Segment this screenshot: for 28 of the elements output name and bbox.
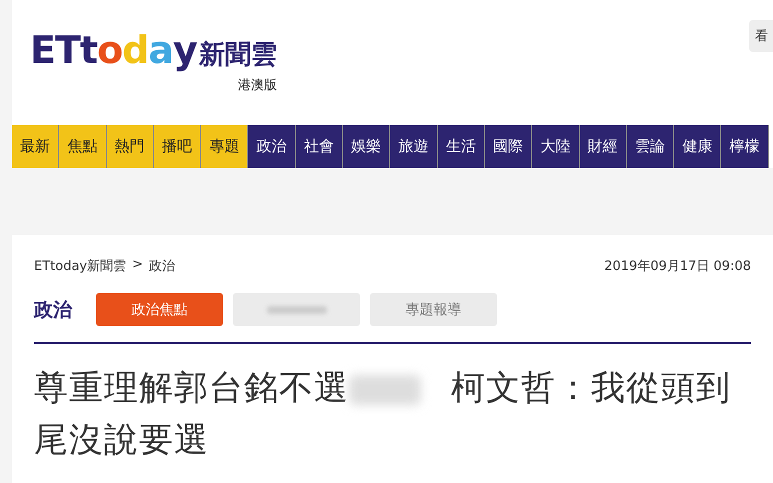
headline: 尊重理解郭台銘不選 柯文哲：我從頭到尾沒說要選 — [34, 367, 732, 462]
corner-button[interactable]: 看 — [749, 20, 773, 52]
breadcrumb-link[interactable]: 政治 — [149, 257, 176, 275]
nav-item[interactable]: 焦點 — [59, 125, 107, 168]
nav-item[interactable]: 國際 — [484, 125, 532, 168]
nav-item[interactable]: 熱門 — [106, 125, 154, 168]
nav-item[interactable]: 專題 — [201, 125, 248, 168]
category-tab[interactable]: 政治焦點 — [96, 293, 223, 326]
nav-item[interactable]: 旅遊 — [390, 125, 438, 168]
section-title: 政治 — [34, 298, 74, 322]
nav-item[interactable]: 生活 — [438, 125, 485, 168]
nav-item[interactable]: 雲論 — [626, 125, 674, 168]
publish-date: 2019年09月17日 09:08 — [604, 258, 751, 275]
nav-item[interactable]: 大陸 — [532, 125, 580, 168]
nav-item[interactable]: 播吧 — [154, 125, 202, 168]
nav-item[interactable]: 檸檬 — [721, 125, 769, 168]
nav-item[interactable]: 政治 — [248, 125, 296, 168]
breadcrumb-separator: > — [132, 257, 144, 274]
logo[interactable]: ETtoday新聞雲 — [30, 28, 277, 72]
breadcrumb-link[interactable]: ETtoday新聞雲 — [34, 257, 126, 275]
nav-item[interactable]: 財經 — [580, 125, 627, 168]
nav-item[interactable]: 健康 — [674, 125, 722, 168]
edition-label: 港澳版 — [238, 77, 277, 94]
nav-item[interactable]: 最新 — [12, 125, 60, 168]
nav-item[interactable]: 社會 — [296, 125, 344, 168]
nav-item[interactable]: 娛樂 — [343, 125, 390, 168]
blurred-tab[interactable] — [233, 293, 360, 326]
category-tab[interactable]: 專題報導 — [370, 293, 497, 326]
